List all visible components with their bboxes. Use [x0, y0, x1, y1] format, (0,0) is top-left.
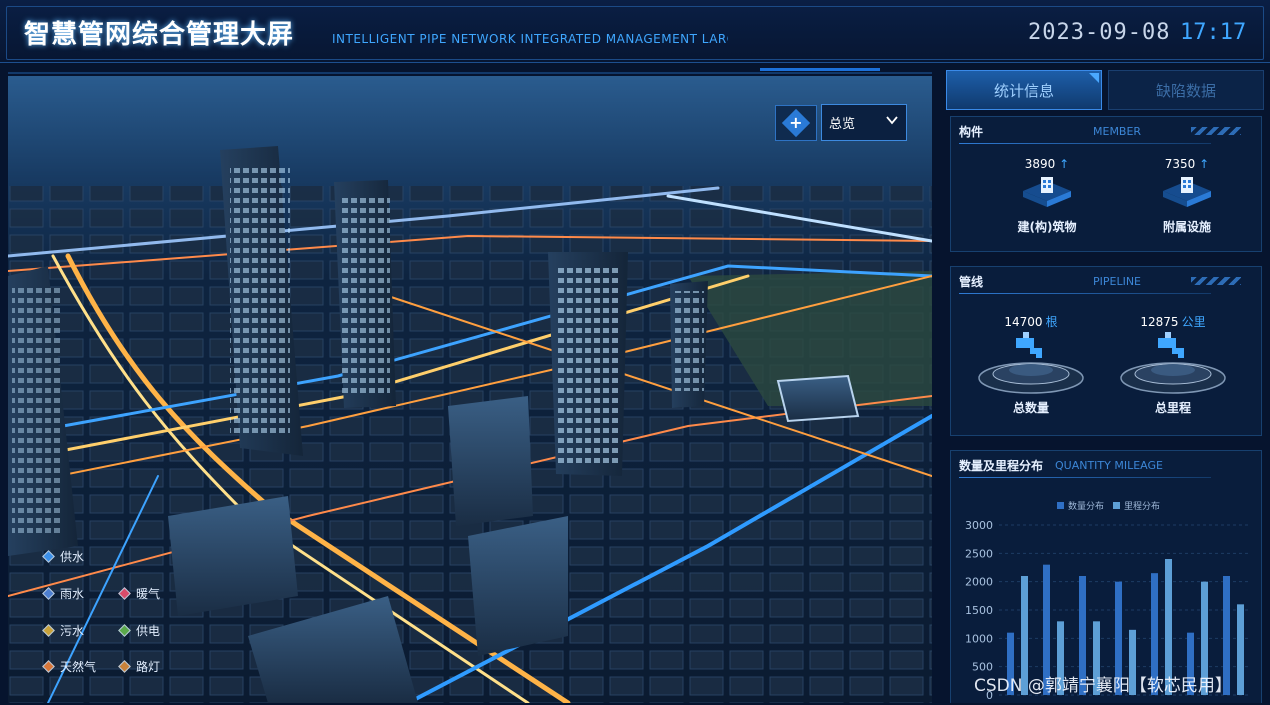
- page-subtitle: INTELLIGENT PIPE NETWORK INTEGRATED MANA…: [332, 32, 728, 46]
- facility-icon: [1163, 177, 1211, 207]
- stripes-decoration: [1191, 277, 1241, 285]
- panel-underline: [959, 293, 1211, 294]
- legend-swatch: [1113, 502, 1120, 509]
- y-tick-label: 2000: [965, 576, 993, 589]
- chart-legend-count[interactable]: 数量分布: [1057, 499, 1104, 512]
- tab-defect-data[interactable]: 缺陷数据: [1108, 70, 1264, 110]
- diamond-icon: [118, 587, 131, 600]
- pipe-tap-icon: [978, 332, 1084, 394]
- map-top-border: [8, 72, 932, 74]
- bar-mileage[interactable]: [1237, 604, 1244, 695]
- y-tick-label: 1500: [965, 604, 993, 617]
- pipe-tap-icon: [1120, 332, 1226, 394]
- building-icon: [1023, 177, 1071, 207]
- diamond-icon: [42, 587, 55, 600]
- panel-underline: [959, 477, 1211, 478]
- member-panel: 构件 MEMBER 3890 ↑ 建(构)筑物 7350 ↑ 附属设施: [950, 116, 1262, 252]
- diamond-icon: [42, 550, 55, 563]
- legend-item-water-supply[interactable]: 供水: [42, 548, 84, 565]
- tab-statistics[interactable]: 统计信息: [946, 70, 1102, 110]
- pipeline-title-en: PIPELINE: [1093, 275, 1142, 288]
- distribution-panel: 数量及里程分布 QUANTITY MILEAGE 数量分布 里程分布 3000 2…: [950, 450, 1262, 703]
- view-select[interactable]: 总览: [821, 104, 907, 141]
- member-title-en: MEMBER: [1093, 125, 1142, 138]
- distribution-title: 数量及里程分布: [959, 459, 1044, 473]
- diamond-icon: [42, 660, 55, 673]
- stat-facilities: 7350 ↑ 附属设施: [1117, 157, 1257, 235]
- diamond-icon: [118, 624, 131, 637]
- y-tick-label: 3000: [965, 519, 993, 532]
- chevron-down-icon: [886, 116, 898, 125]
- right-sidebar: 统计信息 缺陷数据 构件 MEMBER 3890 ↑ 建(构)筑物 7350 ↑…: [946, 70, 1264, 703]
- header: 智慧管网综合管理大屏 INTELLIGENT PIPE NETWORK INTE…: [0, 0, 1270, 71]
- plus-icon: +: [781, 108, 811, 138]
- pipeline-title: 管线: [959, 275, 984, 289]
- member-title: 构件: [959, 125, 984, 139]
- y-tick-label: 1000: [965, 632, 993, 645]
- stat-total-count: 14700 根 总数量: [961, 313, 1101, 416]
- page-title: 智慧管网综合管理大屏: [24, 20, 295, 50]
- add-layer-button[interactable]: +: [775, 105, 817, 141]
- legend-swatch: [1057, 502, 1064, 509]
- chart-legend-mileage[interactable]: 里程分布: [1113, 499, 1160, 512]
- diamond-icon: [118, 660, 131, 673]
- legend-item-power[interactable]: 供电: [118, 622, 160, 639]
- city-3d-map[interactable]: 供水 雨水 暖气 污水 供电 天然气 路灯: [8, 76, 932, 703]
- current-date: 2023-09-08: [1028, 20, 1171, 45]
- y-tick-label: 2500: [965, 547, 993, 560]
- current-time: 17:17: [1180, 20, 1247, 45]
- tab-corner-icon: [1089, 73, 1099, 83]
- legend-item-heating[interactable]: 暖气: [118, 585, 160, 602]
- stripes-decoration: [1191, 127, 1241, 135]
- view-select-value: 总览: [829, 117, 856, 132]
- header-deco-line: [760, 68, 880, 71]
- watermark: CSDN @郭靖宁襄阳【软芯民用】: [974, 676, 1232, 696]
- stat-total-mileage: 12875 公里 总里程: [1103, 313, 1243, 416]
- pipeline-panel: 管线 PIPELINE 14700 根 总数量 12875 公里 总里程: [950, 266, 1262, 436]
- legend-item-sewage[interactable]: 污水: [42, 622, 84, 639]
- stat-buildings: 3890 ↑ 建(构)筑物: [1017, 157, 1077, 234]
- diamond-icon: [42, 624, 55, 637]
- legend-item-street-light[interactable]: 路灯: [118, 658, 160, 675]
- panel-underline: [959, 143, 1211, 144]
- legend-item-natural-gas[interactable]: 天然气: [42, 658, 96, 675]
- map-scene: [8, 146, 932, 703]
- legend-item-rainwater[interactable]: 雨水: [42, 585, 84, 602]
- distribution-title-en: QUANTITY MILEAGE: [1055, 459, 1163, 472]
